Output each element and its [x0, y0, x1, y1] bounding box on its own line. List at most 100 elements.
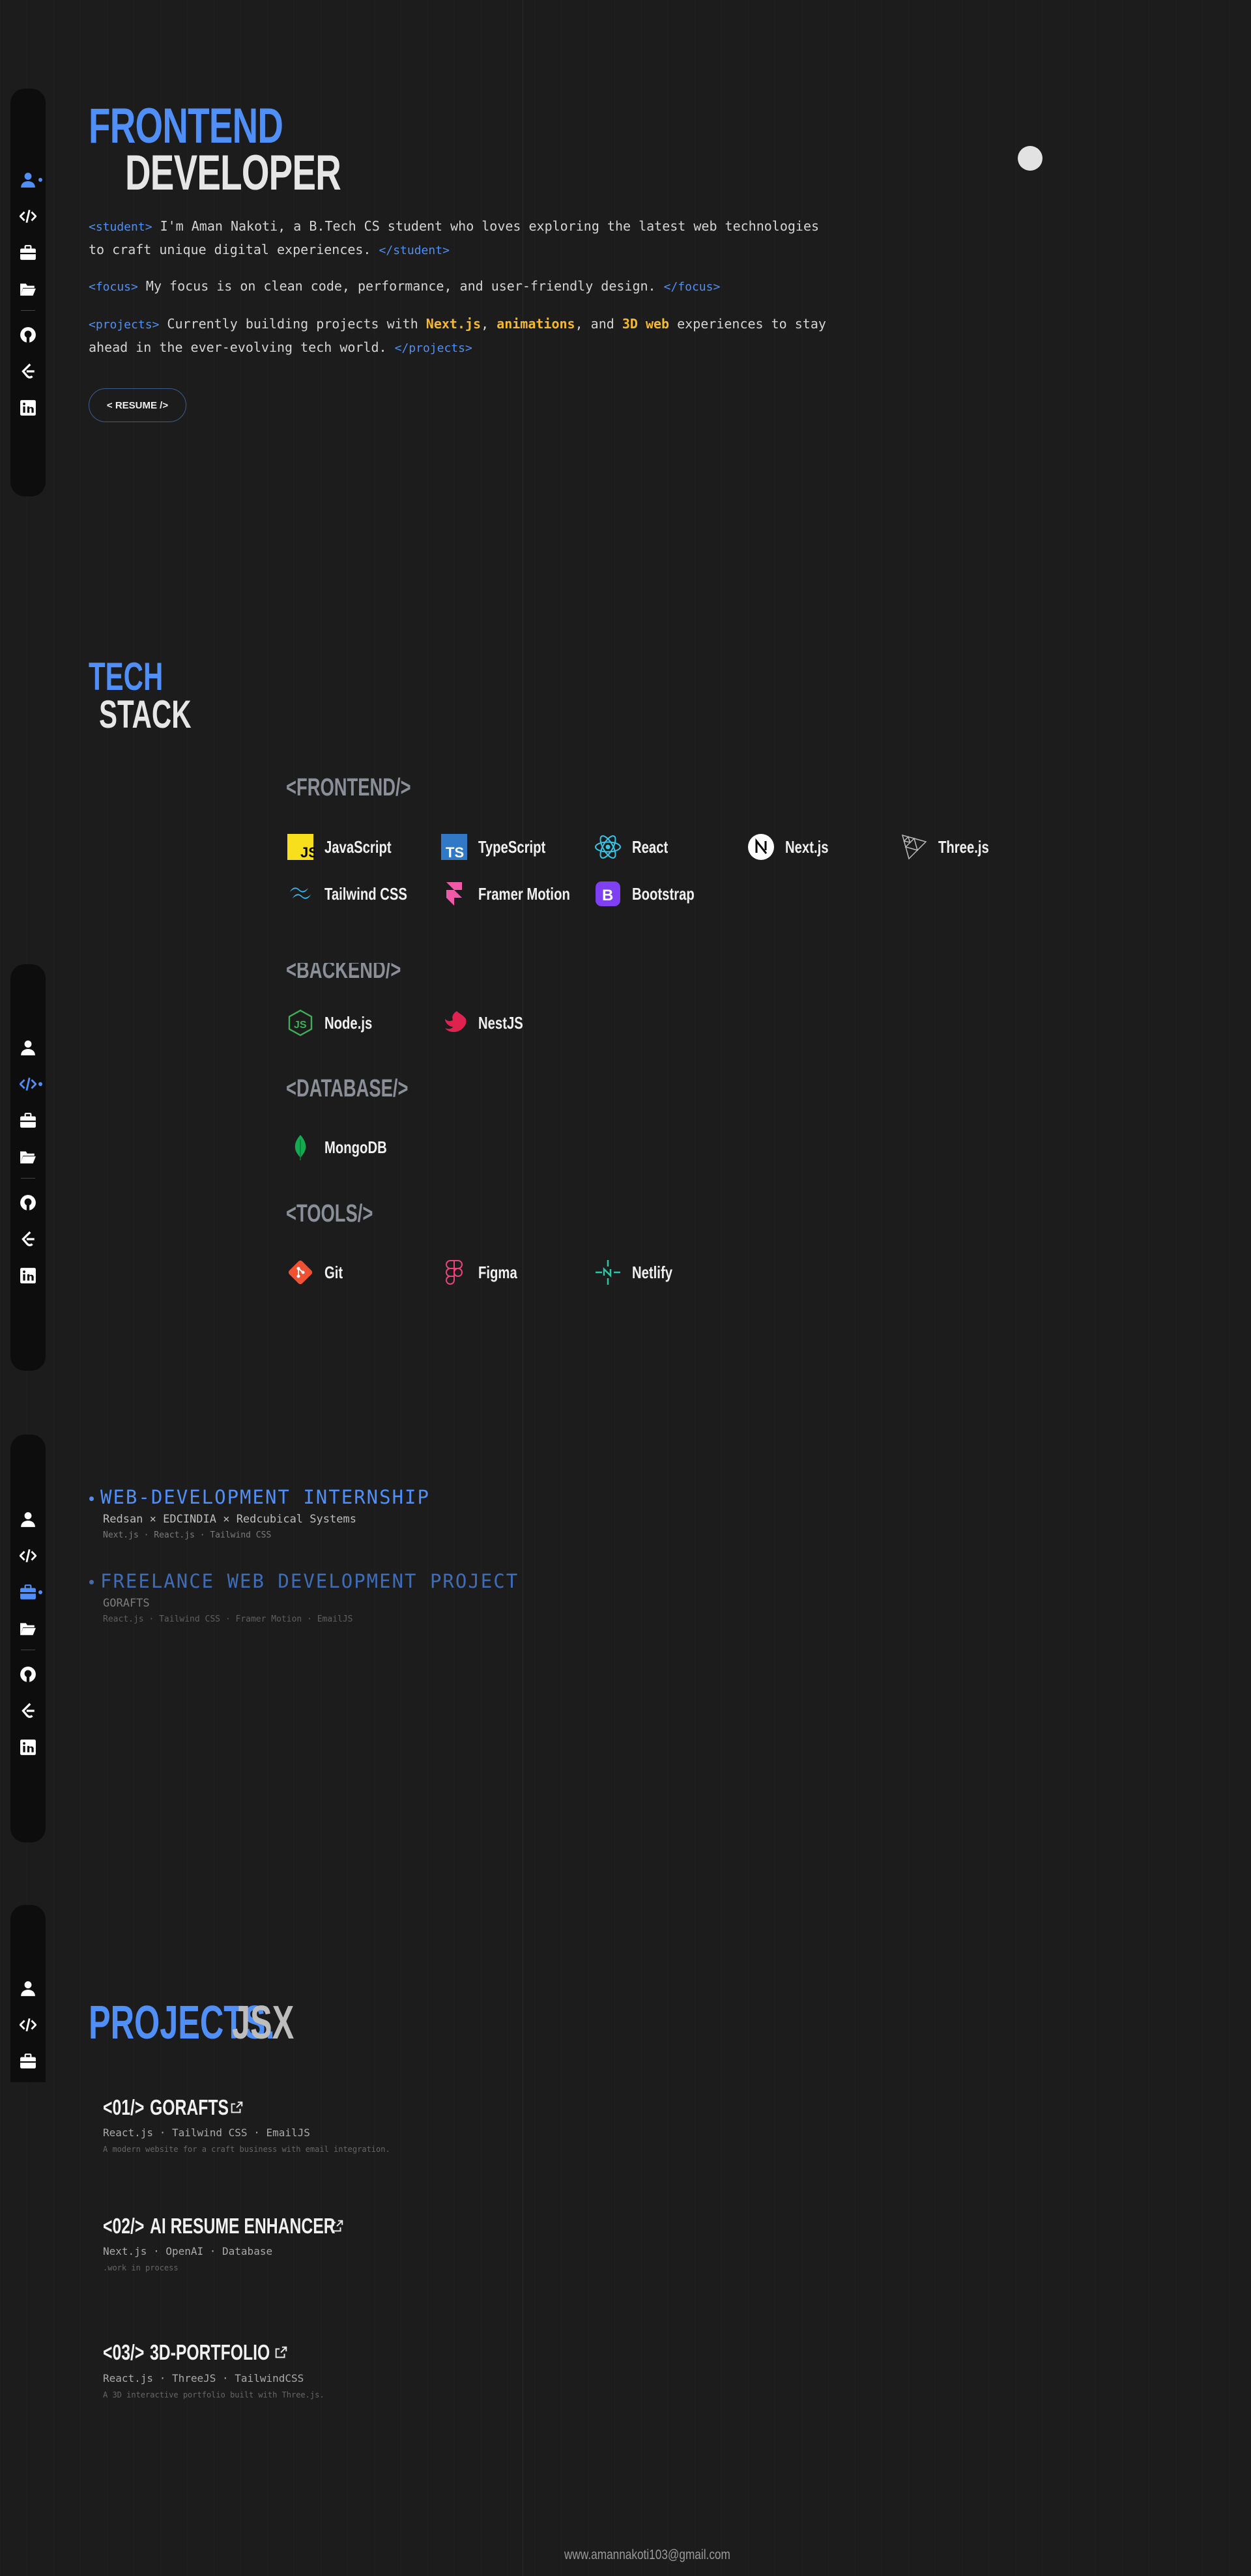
nestjs-icon	[445, 1011, 467, 1033]
sidebar-nav	[10, 1905, 46, 2082]
external-link-icon[interactable]	[274, 2345, 288, 2360]
project-card-gorafts[interactable]: <01/> GORAFTS	[103, 2095, 244, 2120]
tag-open: <focus>	[89, 280, 138, 294]
skill-label: Git	[324, 1262, 343, 1282]
sidebar-nav	[10, 1435, 46, 1842]
experience-title: EXPERIENCE & CERTIFICATES	[68, 1405, 654, 1452]
skill-label: MongoDB	[324, 1137, 387, 1157]
highlight-3d-web: 3D web	[622, 316, 670, 332]
nav-skills[interactable]	[19, 1547, 37, 1565]
nav-projects[interactable]	[19, 1620, 37, 1638]
category-database-title: <DATABASE/>	[286, 1075, 409, 1102]
intro-sep: , and	[575, 316, 622, 332]
code-icon	[20, 209, 36, 223]
skill-label: Tailwind CSS	[324, 883, 407, 904]
briefcase-icon	[20, 2054, 36, 2068]
svg-text:JS: JS	[300, 844, 315, 861]
skill-nestjs: NestJS	[439, 1007, 536, 1039]
nodejs-icon: JS	[288, 1009, 313, 1037]
project-name: AI RESUME ENHANCER	[150, 2214, 336, 2238]
nav-projects[interactable]	[19, 280, 37, 298]
experience-item-tech: Next.js · React.js · Tailwind CSS	[103, 1530, 272, 1540]
nav-leetcode[interactable]	[19, 1702, 37, 1720]
threejs-icon	[901, 834, 927, 860]
nav-experience[interactable]	[19, 2052, 37, 2070]
resume-button[interactable]: < RESUME />	[89, 388, 186, 422]
skill-label: Bootstrap	[632, 883, 695, 904]
intro-focus: <focus> My focus is on clean code, perfo…	[89, 275, 838, 298]
typescript-icon: TS	[441, 834, 467, 861]
skill-label: Netlify	[632, 1262, 672, 1282]
footer-email-link[interactable]: www.amannakoti103@gmail.com	[564, 2547, 730, 2563]
code-icon	[20, 1077, 36, 1091]
skill-tailwind: Tailwind CSS	[285, 878, 431, 910]
skill-label: React	[632, 837, 669, 857]
nextjs-icon	[748, 834, 774, 860]
nav-about[interactable]	[19, 1038, 37, 1057]
netlify-icon	[596, 1260, 620, 1285]
javascript-icon: JS	[287, 834, 315, 861]
hero-title-line2: DEVELOPER	[125, 145, 341, 201]
tag-open: <projects>	[89, 318, 160, 332]
project-number: <03/>	[103, 2340, 145, 2364]
nav-skills[interactable]	[19, 1075, 42, 1093]
project-number: <02/>	[103, 2214, 145, 2238]
briefcase-icon	[20, 245, 36, 260]
linkedin-icon	[20, 1739, 36, 1755]
intro-text: I'm Aman Nakoti, a B.Tech CS student who…	[89, 218, 820, 257]
sidebar-nav	[10, 89, 46, 496]
nav-about[interactable]	[19, 171, 42, 189]
user-icon	[21, 1512, 35, 1527]
user-icon	[21, 173, 35, 188]
active-indicator	[38, 178, 42, 182]
svg-text:B: B	[602, 887, 613, 904]
nav-leetcode[interactable]	[19, 1230, 37, 1248]
nav-linkedin[interactable]	[19, 1267, 37, 1285]
sidebar-divider	[21, 310, 35, 311]
folder-icon	[20, 283, 36, 296]
nav-linkedin[interactable]	[19, 399, 37, 417]
nav-about[interactable]	[19, 1510, 37, 1528]
nav-experience[interactable]	[19, 1111, 37, 1130]
nav-github[interactable]	[19, 1665, 37, 1683]
experience-item-tech: React.js · Tailwind CSS · Framer Motion …	[103, 1614, 353, 1624]
experience-title-1: EXPERIENCE &	[68, 1405, 313, 1452]
category-backend-title: <BACKEND/>	[286, 956, 401, 984]
external-link-icon[interactable]	[229, 2100, 244, 2115]
nav-about[interactable]	[19, 1979, 37, 1997]
nav-github[interactable]	[19, 326, 37, 344]
framer-motion-icon	[446, 882, 462, 906]
react-icon	[595, 835, 621, 859]
category-tools-title: <TOOLS/>	[286, 1200, 373, 1227]
nav-experience[interactable]	[19, 1583, 42, 1601]
skill-nodejs: JS Node.js	[285, 1007, 386, 1039]
skill-label: Node.js	[324, 1012, 373, 1033]
nav-github[interactable]	[19, 1194, 37, 1212]
github-icon	[20, 327, 36, 343]
intro-text: Currently building projects with	[159, 316, 426, 332]
project-card-ai-resume-enhancer[interactable]: <02/> AI RESUME ENHANCER	[103, 2214, 344, 2239]
nav-leetcode[interactable]	[19, 362, 37, 380]
skill-nextjs: Next.js	[746, 831, 841, 863]
skill-threejs: Three.js	[899, 831, 1003, 863]
highlight-animations: animations	[496, 316, 575, 332]
nav-skills[interactable]	[19, 2016, 37, 2034]
project-card-3d-portfolio[interactable]: <03/> 3D-PORTFOLIO	[103, 2340, 288, 2365]
nav-skills[interactable]	[19, 207, 37, 225]
nav-experience[interactable]	[19, 244, 37, 262]
skill-netlify: Netlify	[593, 1256, 683, 1289]
project-number: <01/>	[103, 2095, 145, 2119]
code-icon	[20, 2018, 36, 2032]
nav-projects[interactable]	[19, 1148, 37, 1166]
experience-title-2: CERTIFICATES	[332, 1405, 569, 1452]
theme-toggle-button[interactable]	[1018, 146, 1042, 171]
project-description: A 3D interactive portfolio built with Th…	[103, 2390, 324, 2399]
briefcase-icon	[20, 1113, 36, 1128]
linkedin-icon	[20, 400, 36, 416]
skill-figma: Figma	[439, 1256, 528, 1289]
project-tech: React.js · Tailwind CSS · EmailJS	[103, 2126, 310, 2139]
leetcode-icon	[22, 1703, 35, 1718]
git-icon	[288, 1260, 313, 1285]
nav-linkedin[interactable]	[19, 1738, 37, 1756]
user-icon	[21, 1040, 35, 1055]
